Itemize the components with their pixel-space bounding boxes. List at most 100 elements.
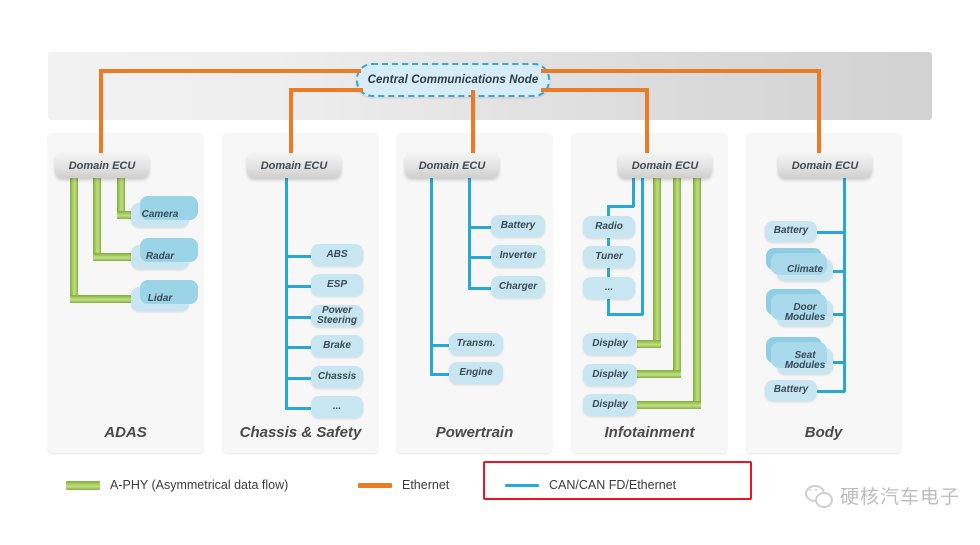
ethernet-swatch-icon [358,482,392,488]
node-label: Power Steering [316,304,357,326]
node-radio[interactable]: Radio [583,216,635,238]
node-body-battery-top[interactable]: Battery [765,221,817,242]
node-door-modules[interactable]: Door Modules [766,289,833,326]
ethernet-link-chassis-horizontal [289,88,363,92]
legend-label-aphy: A-PHY (Asymmetrical data flow) [110,478,289,492]
aphy-link-display1-vertical [653,175,661,348]
node-transmission[interactable]: Transm. [449,333,503,355]
node-label: Climate [786,263,824,275]
domain-ecu-label: Domain ECU [791,159,859,172]
node-tuner[interactable]: Tuner [583,246,635,268]
node-seat-modules[interactable]: Seat Modules [766,337,833,374]
node-label: Chassis [317,370,357,382]
node-charger[interactable]: Charger [491,276,545,298]
legend-item-can: CAN/CAN FD/Ethernet [505,478,676,492]
node-body-battery-bottom[interactable]: Battery [765,380,817,401]
domain-ecu-label: Domain ECU [418,159,486,172]
node-label: ... [332,400,342,412]
node-chassis[interactable]: Chassis [311,366,363,388]
can-stub-chassis [285,377,313,380]
domain-ecu-chassis[interactable]: Domain ECU [247,153,341,178]
aphy-swatch-icon [66,480,100,490]
ethernet-link-adas-horizontal [99,69,361,73]
can-stub-battery [468,226,492,229]
node-radar[interactable]: Radar [131,238,198,269]
node-engine[interactable]: Engine [449,362,503,384]
can-bus-chassis-vertical [285,175,288,410]
can-bus-powertrain-upper-vertical [468,175,471,290]
node-display-3[interactable]: Display [583,394,637,416]
node-label: ESP [326,278,347,290]
can-stub-engine [430,373,450,376]
node-label: Display [592,398,628,410]
aphy-link-display2-vertical [673,175,681,378]
domain-ecu-label: Domain ECU [260,159,328,172]
node-brake[interactable]: Brake [311,335,363,357]
legend-item-aphy: A-PHY (Asymmetrical data flow) [66,478,288,492]
node-display-2[interactable]: Display [583,364,637,386]
domain-label-powertrain: Powertrain [435,424,514,441]
can-stub-transmission [430,344,450,347]
ethernet-link-chassis-vertical [289,88,293,159]
node-battery-powertrain[interactable]: Battery [491,215,545,237]
central-communications-node[interactable]: Central Communications Node [356,63,550,97]
node-label: Radio [595,220,623,232]
node-infotainment-more[interactable]: ... [583,277,635,299]
node-label: Seat Modules [784,349,826,371]
ethernet-link-powertrain-vertical [471,90,475,159]
legend: A-PHY (Asymmetrical data flow) Ethernet … [48,461,932,510]
domain-label-adas: ADAS [104,424,147,441]
domain-ecu-label: Domain ECU [631,159,699,172]
domain-label-infotainment: Infotainment [604,424,695,441]
node-power-steering[interactable]: Power Steering [311,305,363,327]
node-lidar[interactable]: Lidar [131,280,198,311]
aphy-link-display3-vertical [693,175,701,409]
can-bus-body-vertical [843,175,846,392]
can-loop-right-vertical [641,175,644,315]
node-camera[interactable]: Camera [131,196,198,227]
node-label: Brake [323,339,351,351]
legend-item-ethernet: Ethernet [358,478,449,492]
watermark-text: 硬核汽车电子 [839,487,960,508]
domain-label-chassis: Chassis & Safety [239,424,362,441]
node-label: Display [592,368,628,380]
domain-ecu-powertrain[interactable]: Domain ECU [405,153,499,178]
node-chassis-more[interactable]: ... [311,396,363,418]
domain-ecu-infotainment[interactable]: Domain ECU [618,153,712,178]
can-loop-bottom-horizontal [607,313,643,316]
can-stub-abs [285,255,313,258]
can-stub-charger [468,287,492,290]
node-label: Battery [773,225,809,237]
node-abs[interactable]: ABS [311,244,363,266]
node-inverter[interactable]: Inverter [491,245,545,267]
node-label: ABS [326,248,348,260]
node-label: Lidar [147,292,173,304]
legend-label-can: CAN/CAN FD/Ethernet [549,478,677,492]
can-loop-left-top [632,175,635,207]
domain-ecu-adas[interactable]: Domain ECU [55,153,149,178]
node-esp[interactable]: ESP [311,274,363,296]
can-stub-power-steering [285,316,313,319]
wechat-icon [804,484,833,508]
node-climate[interactable]: Climate [766,248,833,281]
domain-label-body: Body [804,424,843,441]
node-label: Transm. [456,337,496,349]
ethernet-link-infotainment-horizontal [541,88,649,92]
aphy-link-lidar-vertical [70,175,78,303]
node-label: ... [604,281,614,293]
aphy-link-display2-horizontal [631,370,681,378]
node-label: Battery [773,384,809,396]
can-stub-brake [285,346,313,349]
ethernet-link-body-vertical [817,69,821,159]
can-swatch-icon [505,483,539,487]
domain-ecu-body[interactable]: Domain ECU [778,153,872,178]
node-label: Battery [500,219,536,231]
central-node-label: Central Communications Node [367,74,539,86]
legend-label-ethernet: Ethernet [402,478,450,492]
node-label: Display [592,337,628,349]
can-loop-top-horizontal [607,205,634,208]
ethernet-link-infotainment-vertical [645,88,649,159]
node-display-1[interactable]: Display [583,333,637,355]
watermark: 硬核汽车电子 [804,482,960,509]
node-label: Tuner [595,250,623,262]
